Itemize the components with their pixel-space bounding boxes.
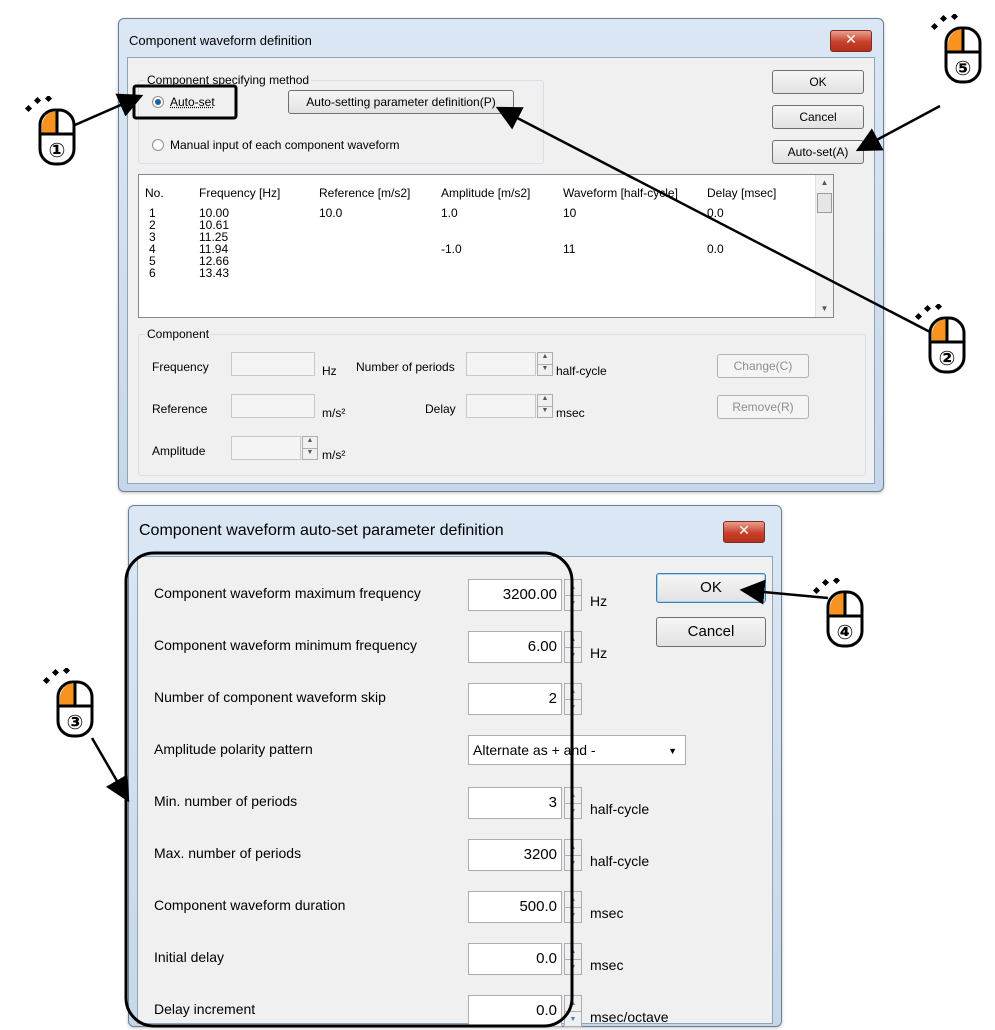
highlight-params-box (124, 551, 574, 1028)
mouse-callout-1: ① (24, 94, 80, 166)
callout-number: ② (938, 346, 956, 370)
callout-number: ③ (66, 710, 84, 734)
arrow-3 (90, 737, 130, 803)
mouse-callout-4: ④ (812, 576, 868, 648)
mouse-callout-2: ② (914, 302, 970, 374)
callout-number: ⑤ (954, 56, 972, 80)
highlight-autoset (132, 84, 238, 120)
callout-number: ④ (836, 620, 854, 644)
mouse-callout-3: ③ (42, 666, 98, 738)
arrow-5 (855, 104, 941, 152)
callout-number: ① (48, 138, 66, 162)
arrow-2 (495, 106, 933, 335)
annotation-overlay (67, 84, 941, 1028)
mouse-callout-5: ⑤ (930, 12, 986, 84)
